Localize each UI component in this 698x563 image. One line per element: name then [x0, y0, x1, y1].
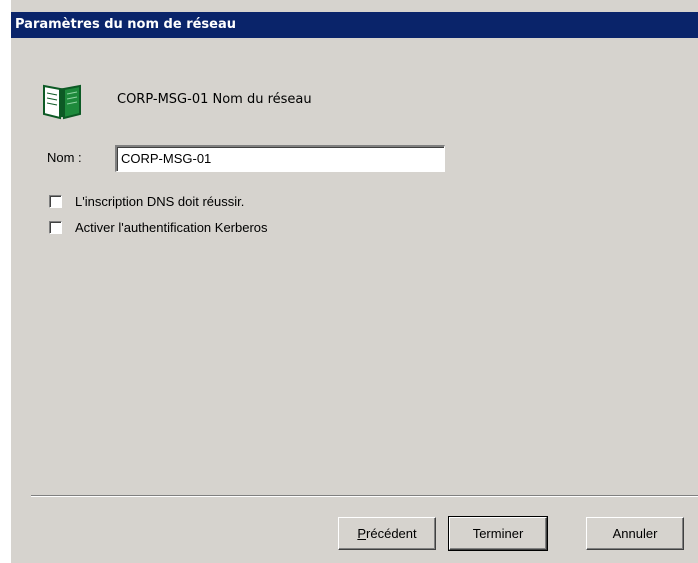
dialog-window: Paramètres du nom de réseau CORP-MSG-01 … — [10, 0, 698, 563]
header-title: CORP-MSG-01 Nom du réseau — [117, 92, 312, 107]
checkbox-box[interactable] — [49, 195, 62, 208]
name-label: Nom : — [47, 150, 82, 165]
checkbox-box[interactable] — [49, 221, 62, 234]
back-button[interactable]: Précédent — [338, 517, 436, 550]
window-title: Paramètres du nom de réseau — [11, 12, 698, 38]
back-button-label: récédent — [366, 526, 417, 541]
name-input[interactable]: CORP-MSG-01 — [115, 145, 445, 172]
book-icon — [41, 80, 83, 120]
back-button-mnemonic: P — [357, 526, 367, 541]
checkbox-label[interactable]: L'inscription DNS doit réussir. — [75, 194, 244, 209]
finish-button[interactable]: Terminer — [448, 516, 548, 551]
cancel-button[interactable]: Annuler — [586, 517, 684, 550]
separator-highlight — [31, 496, 698, 497]
checkbox-label[interactable]: Activer l'authentification Kerberos — [75, 220, 268, 235]
